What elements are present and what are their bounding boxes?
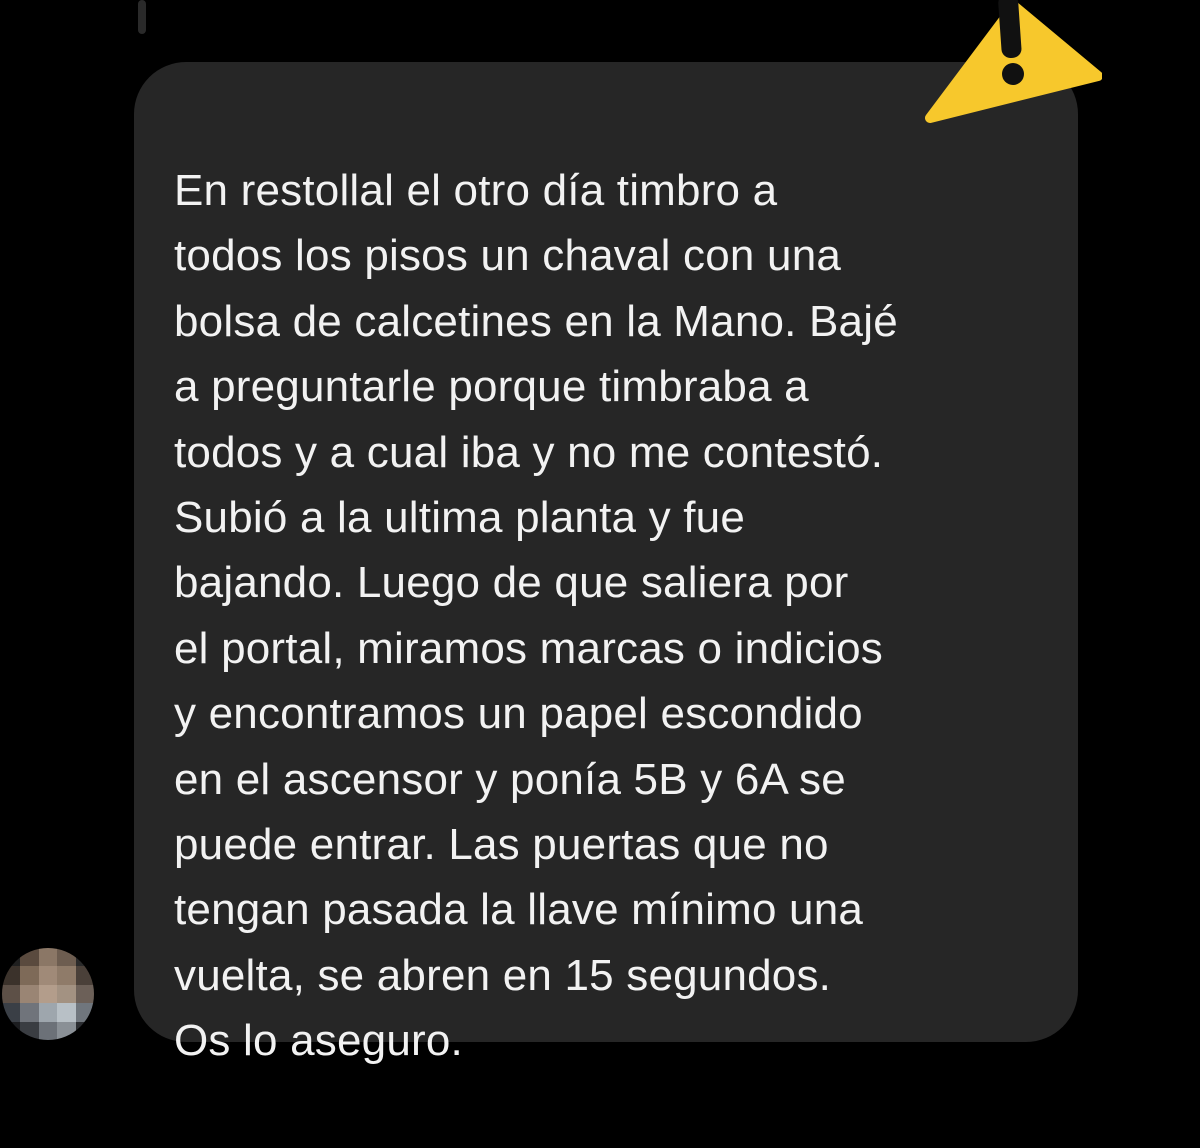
message-line: tengan pasada la llave mínimo una [174, 885, 864, 935]
message-line: todos los pisos un chaval con una [174, 231, 842, 281]
message-line: puede entrar. Las puertas que no [174, 820, 829, 870]
message-line: en el ascensor y ponía 5B y 6A se [174, 754, 846, 804]
message-line: y encontramos un papel escondido [174, 689, 863, 739]
message-line: el portal, miramos marcas o indicios [174, 623, 883, 673]
message-line: bolsa de calcetines en la Mano. Bajé [174, 296, 898, 346]
avatar[interactable] [2, 948, 94, 1040]
message-line: vuelta, se abren en 15 segundos. [174, 950, 832, 1000]
message-line: Os lo aseguro. [174, 1016, 463, 1066]
message-line: todos y a cual iba y no me contestó. [174, 427, 884, 477]
message-line: bajando. Luego de que saliera por [174, 558, 849, 608]
message-line: a preguntarle porque timbraba a [174, 362, 809, 412]
scroll-indicator [138, 0, 146, 34]
warning-icon [922, 0, 1103, 124]
message-line: Subió a la ultima planta y fue [174, 493, 746, 543]
chat-screen: En restollal el otro día timbro a todos … [0, 0, 1200, 1148]
message-bubble[interactable]: En restollal el otro día timbro a todos … [134, 62, 1078, 1065]
message-line: En restollal el otro día timbro a [174, 166, 778, 215]
